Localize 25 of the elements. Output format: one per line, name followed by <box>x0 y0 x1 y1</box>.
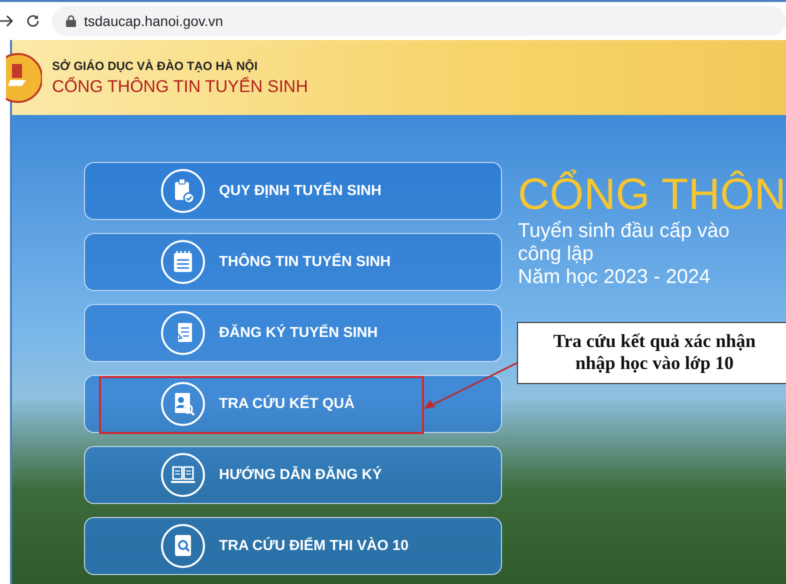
menu-button[interactable]: TRA CỨU ĐIỂM THI VÀO 10 <box>84 517 502 575</box>
department-name: SỞ GIÁO DỤC VÀ ĐÀO TẠO HÀ NỘI <box>52 58 259 72</box>
book-laptop-icon <box>161 453 205 497</box>
annotation-text: Tra cứu kết quả xác nhận <box>552 331 757 353</box>
address-bar[interactable]: tsdaucap.hanoi.gov.vn <box>52 6 786 36</box>
hero-title: CỔNG THÔN <box>518 170 786 220</box>
menu-button[interactable]: QUY ĐỊNH TUYỂN SINH <box>84 162 502 220</box>
contact-search-icon <box>161 382 205 426</box>
hero-subtitle: công lập <box>518 243 595 266</box>
menu-button[interactable]: TRA CỨU KẾT QUẢ <box>84 375 502 433</box>
hero-subtitle: Tuyển sinh đầu cấp vào <box>518 220 731 243</box>
forward-icon[interactable] <box>0 15 14 27</box>
menu-button[interactable]: ĐĂNG KÝ TUYỂN SINH <box>84 304 502 362</box>
search-document-icon <box>161 524 205 568</box>
reload-icon[interactable] <box>26 14 40 28</box>
annotation-text: nhập học vào lớp 10 <box>574 353 735 375</box>
notepad-icon <box>161 240 205 284</box>
url-text: tsdaucap.hanoi.gov.vn <box>84 13 224 29</box>
menu-button[interactable]: HƯỚNG DẪN ĐĂNG KÝ <box>84 446 502 504</box>
menu-button[interactable]: THÔNG TIN TUYỂN SINH <box>84 233 502 291</box>
lock-icon <box>66 15 76 27</box>
document-pen-icon <box>161 311 205 355</box>
portal-name: CỔNG THÔNG TIN TUYỂN SINH <box>52 76 308 96</box>
clipboard-check-icon <box>161 169 205 213</box>
school-year: Năm học 2023 - 2024 <box>518 266 712 289</box>
